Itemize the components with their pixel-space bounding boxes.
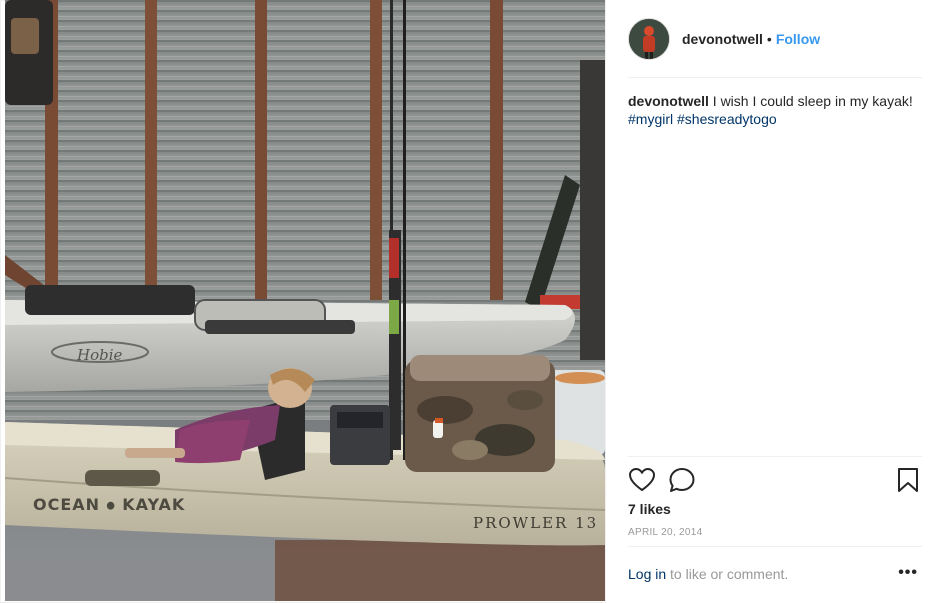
follow-button[interactable]: Follow — [776, 31, 820, 47]
kayak-top-logo: Hobie — [76, 346, 123, 364]
login-link[interactable]: Log in — [628, 566, 666, 582]
caption-username-link[interactable]: devonotwell — [628, 93, 709, 109]
hashtag-link[interactable]: #shesreadytogo — [677, 111, 777, 127]
post-date[interactable]: APRIL 20, 2014 — [628, 527, 702, 538]
post-side-panel: devonotwell • Follow devonotwell I wish … — [605, 0, 940, 603]
username-link[interactable]: devonotwell — [682, 31, 763, 47]
header-divider — [628, 77, 922, 78]
comment-divider — [628, 546, 922, 547]
login-prompt-text: to like or comment. — [666, 566, 789, 582]
hashtag-link[interactable]: #mygirl — [628, 111, 673, 127]
kayak-model-label: PROWLER 13 — [473, 514, 598, 532]
comment-bubble-icon[interactable] — [668, 466, 696, 494]
kayak-bottom-logo: OCEAN ⦁ KAYAK — [33, 495, 185, 514]
heart-outline-icon[interactable] — [628, 466, 656, 494]
avatar-image — [629, 19, 669, 59]
more-options-icon[interactable]: ••• — [898, 565, 918, 581]
action-bar — [628, 466, 922, 494]
post-image: Hobie OCEAN ⦁ KAYAK PROWLER 13 — [5, 0, 605, 601]
header-separator: • — [766, 31, 772, 47]
post-header: devonotwell • Follow — [628, 18, 920, 60]
post-caption: devonotwell I wish I could sleep in my k… — [628, 92, 918, 128]
likes-count[interactable]: 7 likes — [628, 501, 671, 517]
login-prompt: Log in to like or comment. ••• — [628, 565, 922, 584]
avatar[interactable] — [628, 18, 670, 60]
actions-divider — [628, 456, 922, 457]
bookmark-icon[interactable] — [894, 466, 922, 494]
caption-text: I wish I could sleep in my kayak! — [708, 93, 913, 109]
post-photo[interactable]: Hobie OCEAN ⦁ KAYAK PROWLER 13 — [5, 0, 605, 601]
